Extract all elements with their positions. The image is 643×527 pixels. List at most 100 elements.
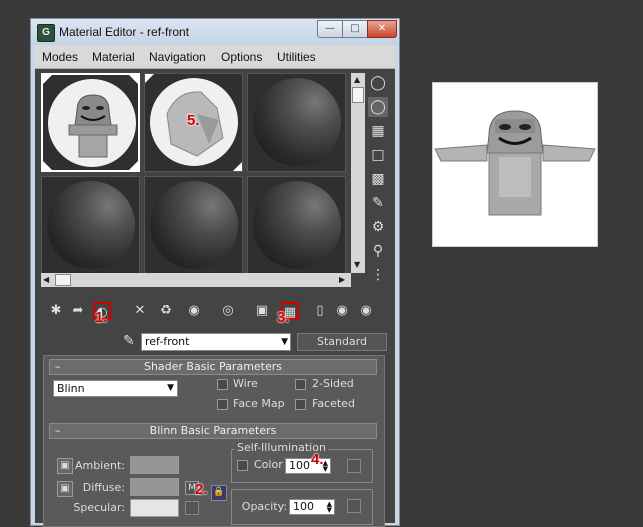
go-to-parent-icon[interactable]: ◉ (333, 302, 351, 320)
scroll-thumb[interactable] (55, 274, 71, 286)
material-id-icon[interactable]: ◎ (219, 302, 237, 320)
put-to-library-icon[interactable]: ◉ (185, 302, 203, 320)
diffuse-color-swatch[interactable] (130, 478, 179, 496)
show-map-in-viewport-icon[interactable]: ▣ (253, 302, 271, 320)
annotation-5: 5. (187, 112, 200, 129)
backlight-icon[interactable]: ◯ (368, 97, 388, 117)
scroll-thumb[interactable] (352, 87, 364, 103)
material-preview-sphere (150, 181, 238, 269)
menu-navigation[interactable]: Navigation (149, 50, 206, 64)
blinn-rollout-title: Blinn Basic Parameters (149, 424, 277, 437)
render-preview-image (432, 82, 598, 247)
two-sided-label: 2-Sided (312, 377, 354, 390)
scroll-right-icon[interactable]: ▶ (339, 274, 345, 286)
sample-slot-4[interactable] (41, 176, 140, 275)
shader-rollout-title: Shader Basic Parameters (143, 360, 283, 373)
slots-vertical-scrollbar[interactable]: ▲ ▼ (351, 73, 365, 273)
menu-modes[interactable]: Modes (42, 50, 78, 64)
menu-material[interactable]: Material (92, 50, 135, 64)
scroll-down-icon[interactable]: ▼ (354, 259, 360, 271)
ambient-color-swatch[interactable] (130, 456, 179, 474)
lock-icon[interactable]: 🔒 (211, 485, 227, 501)
title-bar[interactable]: G Material Editor - ref-front — □ ✕ (31, 19, 399, 45)
menu-utilities[interactable]: Utilities (277, 50, 316, 64)
wire-checkbox[interactable] (217, 379, 228, 390)
make-unique-icon[interactable]: ♻ (157, 302, 175, 320)
menu-bar: Modes Material Navigation Options Utilit… (35, 45, 395, 69)
specular-color-swatch[interactable] (130, 499, 179, 517)
ambient-label: Ambient: (74, 459, 125, 472)
collapse-icon: – (55, 360, 61, 373)
self-illum-map-button[interactable] (347, 459, 361, 473)
slot-corner (43, 75, 52, 84)
faceted-label: Faceted (312, 397, 355, 410)
material-preview-sphere (253, 78, 341, 166)
shader-type-value: Blinn (57, 382, 85, 395)
spinner-arrows-icon[interactable]: ▲ ▼ (327, 501, 332, 514)
opacity-label: Opacity: (241, 500, 287, 513)
slot-corner (233, 162, 242, 171)
sample-slot-2[interactable]: 5. (144, 73, 243, 172)
eyedropper-icon[interactable]: ✎ (123, 333, 135, 349)
opacity-map-button[interactable] (347, 499, 361, 513)
two-sided-checkbox[interactable] (295, 379, 306, 390)
maximize-button[interactable]: □ (342, 20, 368, 38)
reset-map-icon[interactable]: ✕ (131, 302, 149, 320)
material-name-row: ✎ ref-front ▼ Standard (35, 331, 395, 353)
sample-type-icon[interactable]: ◯ (368, 73, 388, 93)
opacity-spinner[interactable]: 100 ▲ ▼ (289, 499, 335, 515)
material-map-navigator-icon[interactable]: ⋮ (368, 265, 388, 285)
sample-uv-tiling-icon[interactable]: □ (368, 145, 388, 165)
sample-slot-1[interactable] (41, 73, 140, 172)
scroll-left-icon[interactable]: ◀ (43, 274, 49, 286)
faceted-checkbox[interactable] (295, 399, 306, 410)
blinn-rollout-header[interactable]: – Blinn Basic Parameters (49, 423, 377, 439)
annotation-4: 4. (311, 451, 324, 468)
chevron-down-icon: ▼ (167, 383, 174, 393)
slot-corner (129, 75, 138, 84)
video-color-check-icon[interactable]: ▩ (368, 169, 388, 189)
background-checker-icon[interactable]: ▦ (368, 121, 388, 141)
slot-corner (129, 161, 138, 170)
window-title: Material Editor - ref-front (59, 25, 190, 39)
slot-corner (43, 161, 52, 170)
opacity-value: 100 (293, 500, 314, 513)
select-by-material-icon[interactable]: ⚲ (368, 241, 388, 261)
options-icon[interactable]: ⚙ (368, 217, 388, 237)
slots-horizontal-scrollbar[interactable]: ◀ ▶ (41, 273, 351, 287)
material-preview-sphere (47, 181, 135, 269)
close-button[interactable]: ✕ (367, 20, 397, 38)
sample-slot-5[interactable] (144, 176, 243, 275)
face-map-checkbox[interactable] (217, 399, 228, 410)
minimize-button[interactable]: — (317, 20, 343, 38)
self-illum-amount-spinner[interactable]: 100 ▲ ▼ (285, 458, 331, 474)
sample-slots: 5. (41, 73, 359, 275)
specular-label: Specular: (73, 501, 125, 514)
show-end-result-icon[interactable]: ▯ (311, 302, 329, 320)
character-render (434, 110, 596, 216)
sample-slot-3[interactable] (247, 73, 346, 172)
specular-map-button[interactable] (185, 501, 199, 515)
menu-options[interactable]: Options (221, 50, 262, 64)
material-toolbar: ✱ ➦ ◐ 1. ✕ ♻ ◉ ◎ ▣ ▦ 3. ▯ ◉ ◉ (35, 299, 395, 326)
annotation-3: 3. (277, 309, 290, 326)
material-editor-window: G Material Editor - ref-front — □ ✕ Mode… (30, 18, 400, 527)
scroll-up-icon[interactable]: ▲ (354, 74, 360, 86)
collapse-icon: – (55, 424, 61, 437)
material-type-button[interactable]: Standard (297, 333, 387, 351)
shader-type-dropdown[interactable]: Blinn ▼ (53, 380, 178, 397)
put-to-scene-icon[interactable]: ➦ (69, 302, 87, 320)
get-material-icon[interactable]: ✱ (47, 302, 65, 320)
character-thumbnail (68, 94, 118, 158)
annotation-1: 1. (95, 309, 108, 326)
diffuse-label: Diffuse: (82, 481, 125, 494)
shader-rollout-header[interactable]: – Shader Basic Parameters (49, 359, 377, 375)
sample-slot-6[interactable] (247, 176, 346, 275)
color-label: Color (254, 458, 283, 471)
go-forward-sibling-icon[interactable]: ◉ (357, 302, 375, 320)
chevron-down-icon[interactable]: ▼ (281, 334, 288, 350)
app-logo-icon: G (37, 24, 55, 42)
material-name-field[interactable]: ref-front ▼ (141, 333, 291, 351)
make-preview-icon[interactable]: ✎ (368, 193, 388, 213)
self-illum-color-checkbox[interactable] (237, 460, 248, 471)
